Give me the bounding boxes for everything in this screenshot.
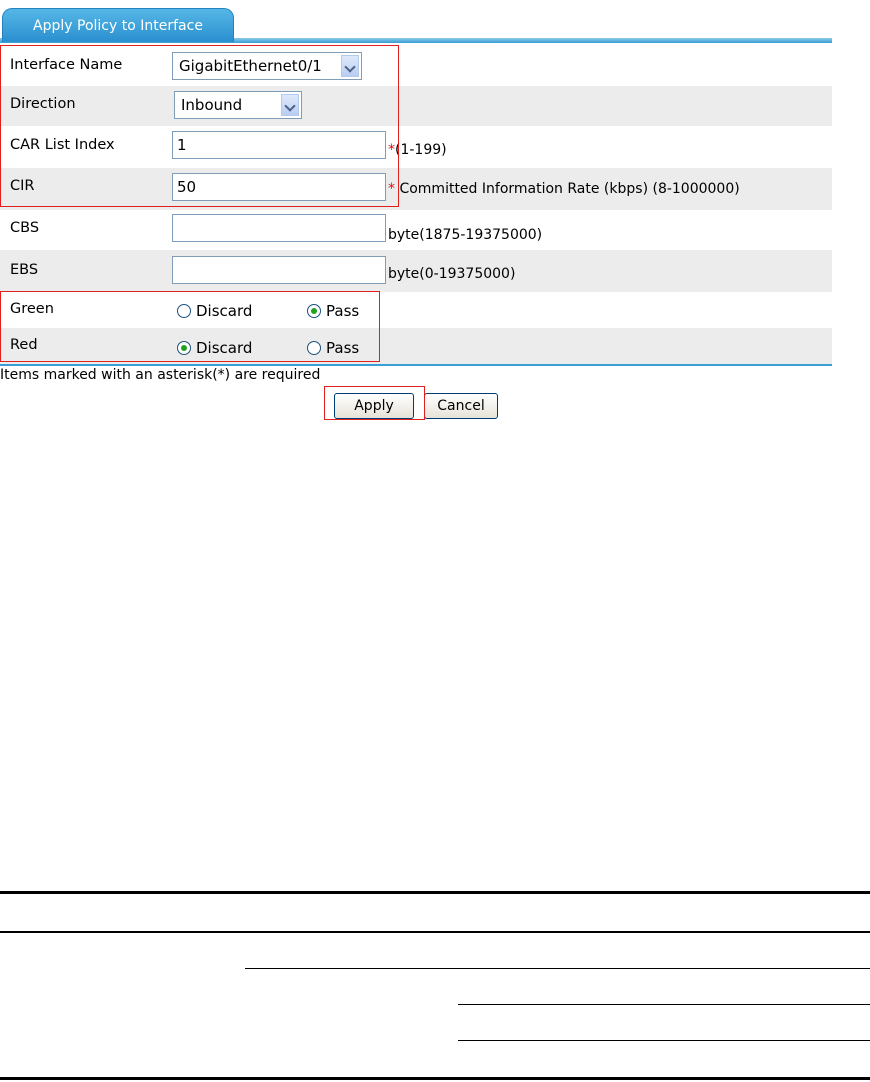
row-cir: CIR 50 * Committed Information Rate (kbp… — [0, 168, 832, 210]
row-red: Red Discard Pass — [0, 328, 832, 364]
row-interface-name: Interface Name GigabitEthernet0/1 — [0, 44, 832, 86]
red-pass-label[interactable]: Pass — [326, 339, 359, 357]
green-label: Green — [10, 301, 54, 317]
green-discard-label[interactable]: Discard — [196, 302, 252, 320]
apply-button[interactable]: Apply — [334, 393, 414, 419]
ebs-hint: byte(0-19375000) — [388, 266, 516, 282]
interface-name-select[interactable]: GigabitEthernet0/1 — [172, 52, 362, 80]
required-asterisk: * — [388, 181, 395, 197]
row-ebs: EBS byte(0-19375000) — [0, 250, 832, 292]
red-label: Red — [10, 337, 38, 353]
cbs-input[interactable] — [172, 214, 386, 242]
green-pass-label[interactable]: Pass — [326, 302, 359, 320]
row-green: Green Discard Pass — [0, 292, 832, 328]
interface-name-value: GigabitEthernet0/1 — [179, 57, 322, 75]
chevron-down-icon[interactable] — [281, 94, 299, 116]
green-discard-radio[interactable] — [177, 304, 191, 318]
table-row-rule — [458, 1040, 870, 1041]
table-bottom-rule — [0, 1077, 870, 1080]
car-list-index-label: CAR List Index — [10, 137, 115, 153]
tab-apply-policy[interactable]: Apply Policy to Interface — [2, 8, 234, 42]
cir-label: CIR — [10, 178, 35, 194]
red-discard-label[interactable]: Discard — [196, 339, 252, 357]
ebs-label: EBS — [10, 262, 39, 278]
table-row-rule — [458, 1004, 870, 1005]
chevron-down-icon[interactable] — [341, 55, 359, 77]
form-bottom-border — [0, 364, 832, 366]
cir-input[interactable]: 50 — [172, 173, 386, 201]
row-direction: Direction Inbound — [0, 86, 832, 126]
direction-select[interactable]: Inbound — [174, 91, 302, 119]
car-list-index-input[interactable]: 1 — [172, 131, 386, 159]
interface-name-label: Interface Name — [10, 57, 123, 73]
red-discard-radio[interactable] — [177, 341, 191, 355]
direction-label: Direction — [10, 96, 76, 112]
direction-value: Inbound — [181, 96, 243, 114]
cancel-button[interactable]: Cancel — [424, 393, 498, 419]
table-header-rule — [0, 931, 870, 933]
row-cbs: CBS byte(1875-19375000) — [0, 210, 832, 250]
cbs-hint: byte(1875-19375000) — [388, 227, 543, 243]
required-asterisk: * — [388, 142, 395, 158]
table-top-rule — [0, 891, 870, 894]
car-list-index-hint: *(1-199) — [388, 142, 447, 158]
cir-hint: * Committed Information Rate (kbps) (8-1… — [388, 181, 740, 197]
row-car-list-index: CAR List Index 1 *(1-199) — [0, 126, 832, 168]
green-pass-radio[interactable] — [307, 304, 321, 318]
table-row-rule — [245, 968, 870, 969]
ebs-input[interactable] — [172, 256, 386, 284]
red-pass-radio[interactable] — [307, 341, 321, 355]
required-note: Items marked with an asterisk(*) are req… — [0, 367, 321, 383]
cbs-label: CBS — [10, 220, 40, 236]
